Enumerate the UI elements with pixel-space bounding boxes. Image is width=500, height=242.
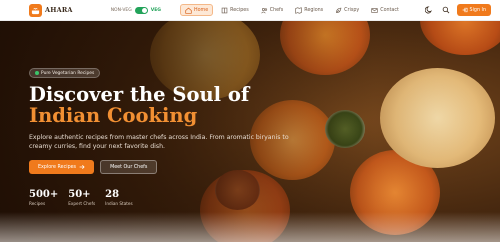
stat-label: Indian States bbox=[105, 201, 133, 206]
hero-description: Explore authentic recipes from master ch… bbox=[29, 134, 289, 150]
badge-label: Pure Vegetarian Recipes bbox=[41, 70, 95, 76]
stat-value: 28 bbox=[105, 189, 120, 200]
main-nav: Home Recipes Chefs Regions Crispy Contac… bbox=[180, 4, 403, 16]
arrow-right-icon bbox=[79, 164, 85, 170]
nav-recipes-label: Recipes bbox=[230, 7, 249, 13]
moon-icon bbox=[424, 6, 432, 14]
non-veg-label: NON-VEG bbox=[110, 7, 132, 13]
nav-recipes[interactable]: Recipes bbox=[217, 4, 253, 16]
map-icon bbox=[295, 6, 302, 14]
veg-label: VEG bbox=[150, 7, 161, 13]
hero-cta-row: Explore Recipes Meet Our Chefs bbox=[29, 160, 158, 174]
hero-title: Discover the Soul of Indian Cooking bbox=[29, 84, 279, 126]
explore-recipes-label: Explore Recipes bbox=[38, 164, 77, 170]
leaf-icon bbox=[336, 7, 342, 13]
hero-bottom-fade bbox=[0, 212, 500, 242]
login-icon bbox=[462, 7, 467, 13]
veg-dot-icon bbox=[35, 71, 39, 75]
brand[interactable]: AHARA bbox=[29, 3, 73, 17]
hero-title-line1: Discover the Soul of bbox=[29, 83, 250, 106]
top-navbar: AHARA NON-VEG VEG Home Recipes Chefs Reg… bbox=[0, 0, 500, 21]
cooking-pot-icon bbox=[29, 3, 42, 17]
home-icon bbox=[185, 7, 192, 14]
pure-veg-badge: Pure Vegetarian Recipes bbox=[29, 68, 101, 78]
nav-regions[interactable]: Regions bbox=[291, 4, 327, 16]
stat-label: Expert Chefs bbox=[68, 201, 96, 206]
nav-chefs[interactable]: Chefs bbox=[257, 4, 288, 16]
search-button[interactable] bbox=[440, 4, 452, 16]
theme-toggle-button[interactable] bbox=[423, 4, 435, 16]
diet-toggle[interactable]: NON-VEG VEG bbox=[110, 6, 161, 14]
sign-in-button[interactable]: Sign In bbox=[456, 4, 491, 16]
users-icon bbox=[261, 7, 267, 13]
book-icon bbox=[221, 7, 228, 13]
meet-chefs-label: Meet Our Chefs bbox=[110, 164, 148, 170]
stat-states: 28 Indian States bbox=[105, 189, 133, 206]
nav-contact[interactable]: Contact bbox=[367, 4, 403, 16]
nav-crispy-label: Crispy bbox=[344, 7, 360, 13]
nav-crispy[interactable]: Crispy bbox=[331, 4, 363, 16]
nav-home-label: Home bbox=[194, 7, 209, 13]
stat-value: 50+ bbox=[68, 189, 91, 200]
stat-label: Recipes bbox=[29, 201, 46, 206]
stat-recipes: 500+ Recipes bbox=[29, 189, 58, 206]
nav-regions-label: Regions bbox=[304, 7, 324, 13]
stat-chefs: 50+ Expert Chefs bbox=[68, 189, 95, 206]
search-icon bbox=[442, 6, 449, 14]
hero-title-line2: Indian Cooking bbox=[29, 104, 198, 127]
meet-chefs-button[interactable]: Meet Our Chefs bbox=[100, 160, 158, 174]
veg-switch[interactable] bbox=[134, 6, 148, 14]
nav-chefs-label: Chefs bbox=[269, 7, 284, 13]
nav-contact-label: Contact bbox=[380, 7, 399, 13]
sign-in-label: Sign In bbox=[469, 7, 486, 13]
hero-stats: 500+ Recipes 50+ Expert Chefs 28 Indian … bbox=[29, 189, 133, 206]
stat-value: 500+ bbox=[29, 189, 59, 200]
nav-home[interactable]: Home bbox=[180, 4, 214, 16]
brand-name: AHARA bbox=[45, 6, 73, 14]
mail-icon bbox=[371, 7, 378, 13]
explore-recipes-button[interactable]: Explore Recipes bbox=[29, 160, 95, 174]
